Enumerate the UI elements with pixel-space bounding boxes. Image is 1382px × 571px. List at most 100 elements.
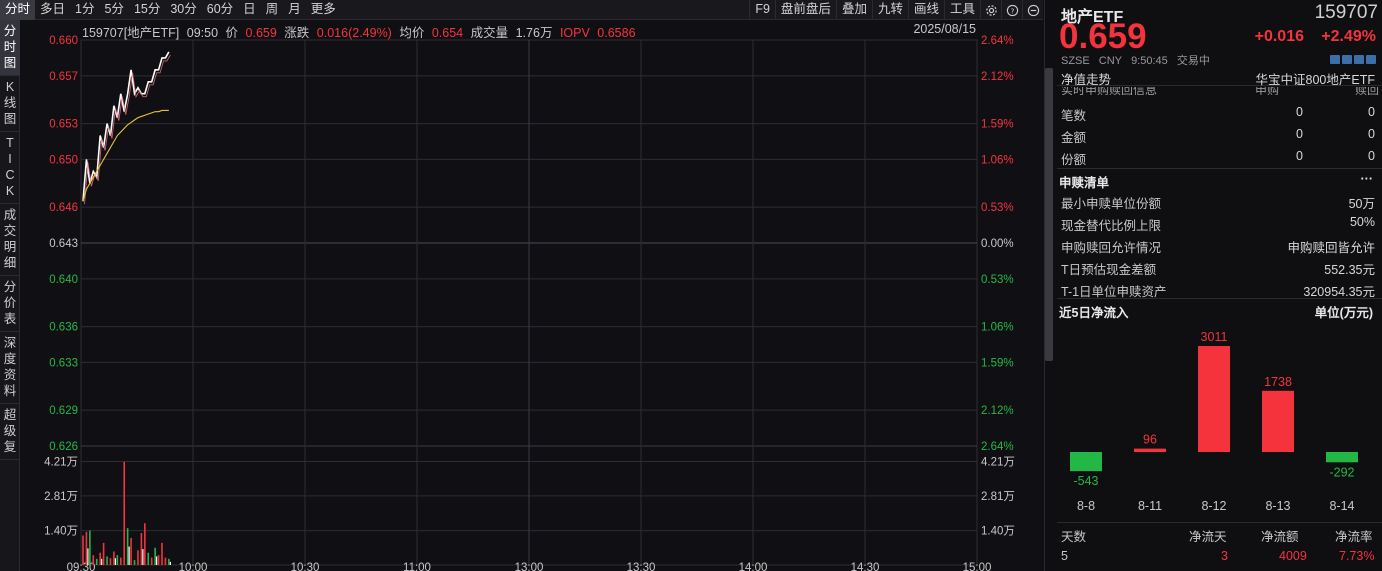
flow-amount-value: 4009 (1279, 549, 1307, 563)
list-key: 最小申赎单位份额 (1061, 197, 1162, 211)
time-tick-label: 11:00 (403, 562, 431, 571)
list-value: 552.35元 (1324, 263, 1375, 277)
price-tick-label: 0.636 (49, 322, 78, 334)
subscription-header: 实时申购赎回信息 申购 赎回 (1057, 87, 1382, 95)
price-tick-label: 0.657 (49, 71, 78, 83)
last-price: 0.659 (1059, 17, 1147, 56)
list-item: 申购赎回允许情况 申购赎回皆允许 (1057, 233, 1382, 255)
expand-icon[interactable] (1354, 55, 1364, 64)
time-tick-label: 13:00 (515, 562, 544, 571)
edit-icon[interactable] (1330, 55, 1340, 64)
chart-code-name: 159707[地产ETF] (82, 26, 180, 40)
subscription-col-buy: 申购 (1255, 87, 1280, 95)
panel-scrollbar[interactable] (1045, 68, 1053, 361)
volume-tick-label: 2.81万 (981, 491, 1015, 503)
price-lines (82, 51, 171, 205)
nav-tab-bar[interactable]: 净值走势 华宝中证800地产ETF (1057, 67, 1382, 88)
list-item: 最小申赎单位份额 50万 (1057, 189, 1382, 211)
add-icon[interactable] (1366, 55, 1376, 64)
flow-rate-value: 7.73% (1339, 549, 1375, 563)
subscription-row: 份额 0 0 (1057, 145, 1382, 167)
pct-tick-label: 2.64% (981, 441, 1014, 453)
fund-full-name: 华宝中证800地产ETF (1255, 73, 1375, 87)
link-icon[interactable] (1342, 55, 1352, 64)
stock-code: 159707 (1314, 2, 1378, 23)
pct-tick-label: 2.12% (981, 71, 1014, 83)
pct-tick-label: 0.53% (981, 202, 1014, 214)
list-item: 现金替代比例上限 50% (1057, 211, 1382, 233)
quote-meta: SZSE CNY 9:50:45 交易中 (1061, 52, 1216, 68)
currency-label: CNY (1098, 55, 1123, 67)
time-tick-label: 13:30 (627, 562, 656, 571)
inflow-date-label: 8-13 (1265, 499, 1290, 513)
inflow-value-label: 1738 (1264, 375, 1292, 389)
chart-avg: 0.654 (431, 26, 464, 40)
intraday-chart[interactable]: 0.660 2.64% 0.657 2.12% 0.653 1.59% 0.650 1.06%… (0, 0, 1043, 571)
row-key: 金额 (1061, 131, 1087, 145)
list-key: 现金替代比例上限 (1061, 219, 1162, 233)
net-inflow-chart: -543 8-8 96 8-11 3011 8-12 1738 8-13 -292 8-14 (1070, 330, 1358, 513)
pct-tick-label: 0.53% (981, 274, 1014, 286)
time-tick-label: 15:00 (963, 562, 992, 571)
pct-tick-label: 2.64% (981, 35, 1014, 47)
price-change: +0.016 (1254, 28, 1304, 45)
price-tick-label: 0.640 (49, 274, 78, 286)
net-inflow-header: 近5日净流入 单位(万元) (1057, 299, 1382, 320)
chart-iopv: 0.6586 (597, 26, 636, 40)
flow-summary-header: 天数 净流天 净流额 净流率 (1057, 522, 1382, 544)
inflow-date-label: 8-8 (1077, 499, 1095, 513)
more-icon[interactable]: ··· (1361, 172, 1374, 186)
pct-tick-label: 1.59% (981, 357, 1014, 369)
price-tick-label: 0.660 (49, 35, 78, 47)
nav-trend-tab[interactable]: 净值走势 (1061, 69, 1111, 88)
list-key: T日预估现金差额 (1061, 263, 1157, 277)
chart-change-label: 涨跌 (284, 26, 310, 40)
volume-tick-label: 4.21万 (44, 457, 78, 469)
list-item: T-1日单位申赎资产 320954.35元 (1057, 277, 1382, 299)
net-inflow-title: 近5日净流入 (1059, 306, 1129, 320)
flow-days-label: 天数 (1061, 530, 1087, 544)
chart-info-bar: 159707[地产ETF] 09:50 价 0.659 涨跌 0.016(2.4… (82, 22, 980, 40)
chart-volume: 1.76万 (515, 26, 553, 40)
volume-tick-label: 1.40万 (981, 526, 1015, 538)
price-tick-label: 0.646 (49, 202, 78, 214)
list-item: T日预估现金差额 552.35元 (1057, 255, 1382, 277)
row-buy: 0 (1296, 105, 1303, 119)
volume-bars (82, 461, 171, 565)
inflow-date-label: 8-12 (1201, 499, 1226, 513)
inflow-bar (1198, 346, 1230, 452)
subscription-col-redeem: 赎回 (1355, 87, 1380, 95)
inflow-value-label: -292 (1329, 465, 1354, 479)
chart-price-label: 价 (225, 26, 239, 40)
list-key: 申购赎回允许情况 (1061, 241, 1162, 255)
chart-grid (80, 39, 978, 566)
quote-time: 9:50:45 (1131, 55, 1168, 67)
time-tick-label: 10:00 (179, 562, 208, 571)
price-tick-label: 0.633 (49, 357, 78, 369)
list-value: 50万 (1348, 197, 1375, 211)
list-value: 申购赎回皆允许 (1287, 241, 1375, 255)
flow-amount-label: 净流额 (1261, 530, 1299, 544)
iopv-line (84, 54, 171, 205)
volume-tick-label: 2.81万 (44, 491, 78, 503)
redemption-list-header: 申赎清单 ··· (1057, 169, 1382, 190)
inflow-value-label: -543 (1073, 474, 1098, 488)
time-tick-label: 09:30 (67, 562, 96, 571)
subscription-header-title: 实时申购赎回信息 (1061, 87, 1158, 95)
volume-tick-label: 4.21万 (981, 457, 1015, 469)
chart-price: 0.659 (245, 26, 277, 40)
chart-change: 0.016(2.49%) (316, 26, 392, 40)
price-change-pct: +2.49% (1321, 28, 1376, 45)
net-inflow-unit: 单位(万元) (1314, 306, 1373, 320)
inflow-date-label: 8-11 (1138, 499, 1162, 513)
row-redeem: 0 (1368, 149, 1375, 163)
inflow-bar (1326, 452, 1358, 463)
subscription-row: 笔数 0 0 (1057, 101, 1382, 123)
row-redeem: 0 (1368, 127, 1375, 141)
flow-netdays-label: 净流天 (1189, 530, 1227, 544)
inflow-date-label: 8-14 (1329, 499, 1354, 513)
inflow-value-label: 3011 (1201, 330, 1228, 344)
time-tick-label: 14:30 (851, 562, 880, 571)
pct-tick-label: 1.06% (981, 322, 1014, 334)
row-key: 份额 (1061, 153, 1087, 167)
